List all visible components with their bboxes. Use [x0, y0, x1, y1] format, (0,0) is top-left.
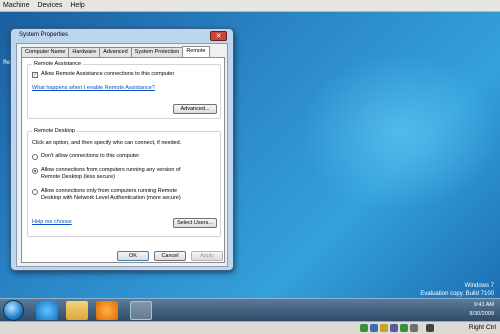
select-users-button[interactable]: Select Users...	[173, 218, 217, 228]
tab-system-protection[interactable]: System Protection	[130, 47, 184, 57]
remote-desktop-instruction: Click an option, and then specify who ca…	[32, 140, 182, 146]
menu-help[interactable]: Help	[70, 2, 84, 9]
remote-desktop-label: Remote Desktop	[32, 128, 77, 134]
radio-allow-nla-only-label-1[interactable]: Allow connections only from computers ru…	[41, 188, 177, 195]
remote-assistance-label: Remote Assistance	[32, 61, 84, 67]
ok-button[interactable]: OK	[117, 251, 149, 261]
dialog-client: Computer Name Hardware Advanced System P…	[16, 43, 228, 267]
help-me-choose-link[interactable]: Help me choose	[32, 219, 72, 226]
floppy-icon[interactable]	[380, 324, 388, 332]
tab-remote[interactable]: Remote	[182, 46, 210, 57]
radio-allow-any-version[interactable]	[32, 168, 38, 174]
close-button[interactable]: ✕	[210, 31, 227, 41]
windows-watermark: Windows 7 Evaluation copy. Build 7100	[420, 282, 494, 298]
tab-computer-name[interactable]: Computer Name	[21, 47, 70, 57]
explorer-folder-icon[interactable]	[66, 301, 88, 320]
cancel-button[interactable]: Cancel	[154, 251, 186, 261]
remote-tab-panel: Remote Assistance ✓ Allow Remote Assista…	[21, 57, 225, 263]
system-properties-dialog: System Properties ✕ Computer Name Hardwa…	[10, 28, 234, 271]
tab-hardware[interactable]: Hardware	[68, 47, 101, 57]
radio-allow-nla-only[interactable]	[32, 189, 38, 195]
dialog-title: System Properties	[19, 32, 69, 38]
host-key-label: Right Ctrl	[468, 324, 496, 331]
watermark-line1: Windows 7	[464, 283, 494, 289]
radio-dont-allow[interactable]	[32, 154, 38, 160]
menu-devices[interactable]: Devices	[37, 2, 62, 9]
tray-date[interactable]: 8/30/2009	[470, 311, 494, 317]
radio-allow-any-version-label-1[interactable]: Allow connections from computers running…	[41, 167, 180, 174]
vm-menubar: Machine Devices Help	[0, 0, 500, 12]
media-player-icon[interactable]	[96, 301, 118, 320]
watermark-line2: Evaluation copy. Build 7100	[420, 291, 494, 297]
tab-strip: Computer Name Hardware Advanced System P…	[21, 46, 210, 57]
radio-allow-nla-only-label-2[interactable]: Desktop with Network Level Authenticatio…	[41, 195, 181, 202]
screen: Machine Devices Help Re Windows 7 Evalua…	[0, 0, 500, 334]
shared-folders-icon[interactable]	[410, 324, 418, 332]
close-icon: ✕	[215, 32, 222, 40]
tab-advanced[interactable]: Advanced	[99, 47, 132, 57]
radio-allow-any-version-label-2[interactable]: Remote Desktop (less secure)	[41, 174, 115, 181]
apply-button[interactable]: Apply	[191, 251, 223, 261]
checkmark-icon: ✓	[33, 72, 38, 78]
allow-remote-assistance-label[interactable]: Allow Remote Assistance connections to t…	[41, 71, 174, 78]
tray-time[interactable]: 9:41 AM	[474, 302, 494, 308]
system-tray: 9:41 AM 8/30/2009	[410, 299, 500, 322]
allow-remote-assistance-checkbox[interactable]: ✓	[32, 72, 38, 78]
remote-desktop-group: Remote Desktop Click an option, and then…	[27, 128, 221, 237]
remote-assistance-group: Remote Assistance ✓ Allow Remote Assista…	[27, 61, 221, 119]
cd-icon[interactable]	[370, 324, 378, 332]
mouse-integration-icon[interactable]	[426, 324, 434, 332]
internet-explorer-icon[interactable]	[36, 301, 58, 320]
remote-assistance-help-link[interactable]: What happens when I enable Remote Assist…	[32, 85, 155, 92]
network-icon[interactable]	[400, 324, 408, 332]
taskbar: 9:41 AM 8/30/2009	[0, 298, 500, 321]
system-properties-taskbar-icon[interactable]	[130, 301, 152, 320]
start-button[interactable]	[3, 300, 24, 321]
hdd-icon[interactable]	[360, 324, 368, 332]
menu-machine[interactable]: Machine	[3, 2, 29, 9]
wallpaper-glow	[300, 52, 500, 212]
radio-dont-allow-label[interactable]: Don't allow connections to this computer	[41, 153, 139, 160]
usb-icon[interactable]	[390, 324, 398, 332]
advanced-button[interactable]: Advanced...	[173, 104, 217, 114]
vm-statusbar: Right Ctrl	[0, 321, 500, 334]
